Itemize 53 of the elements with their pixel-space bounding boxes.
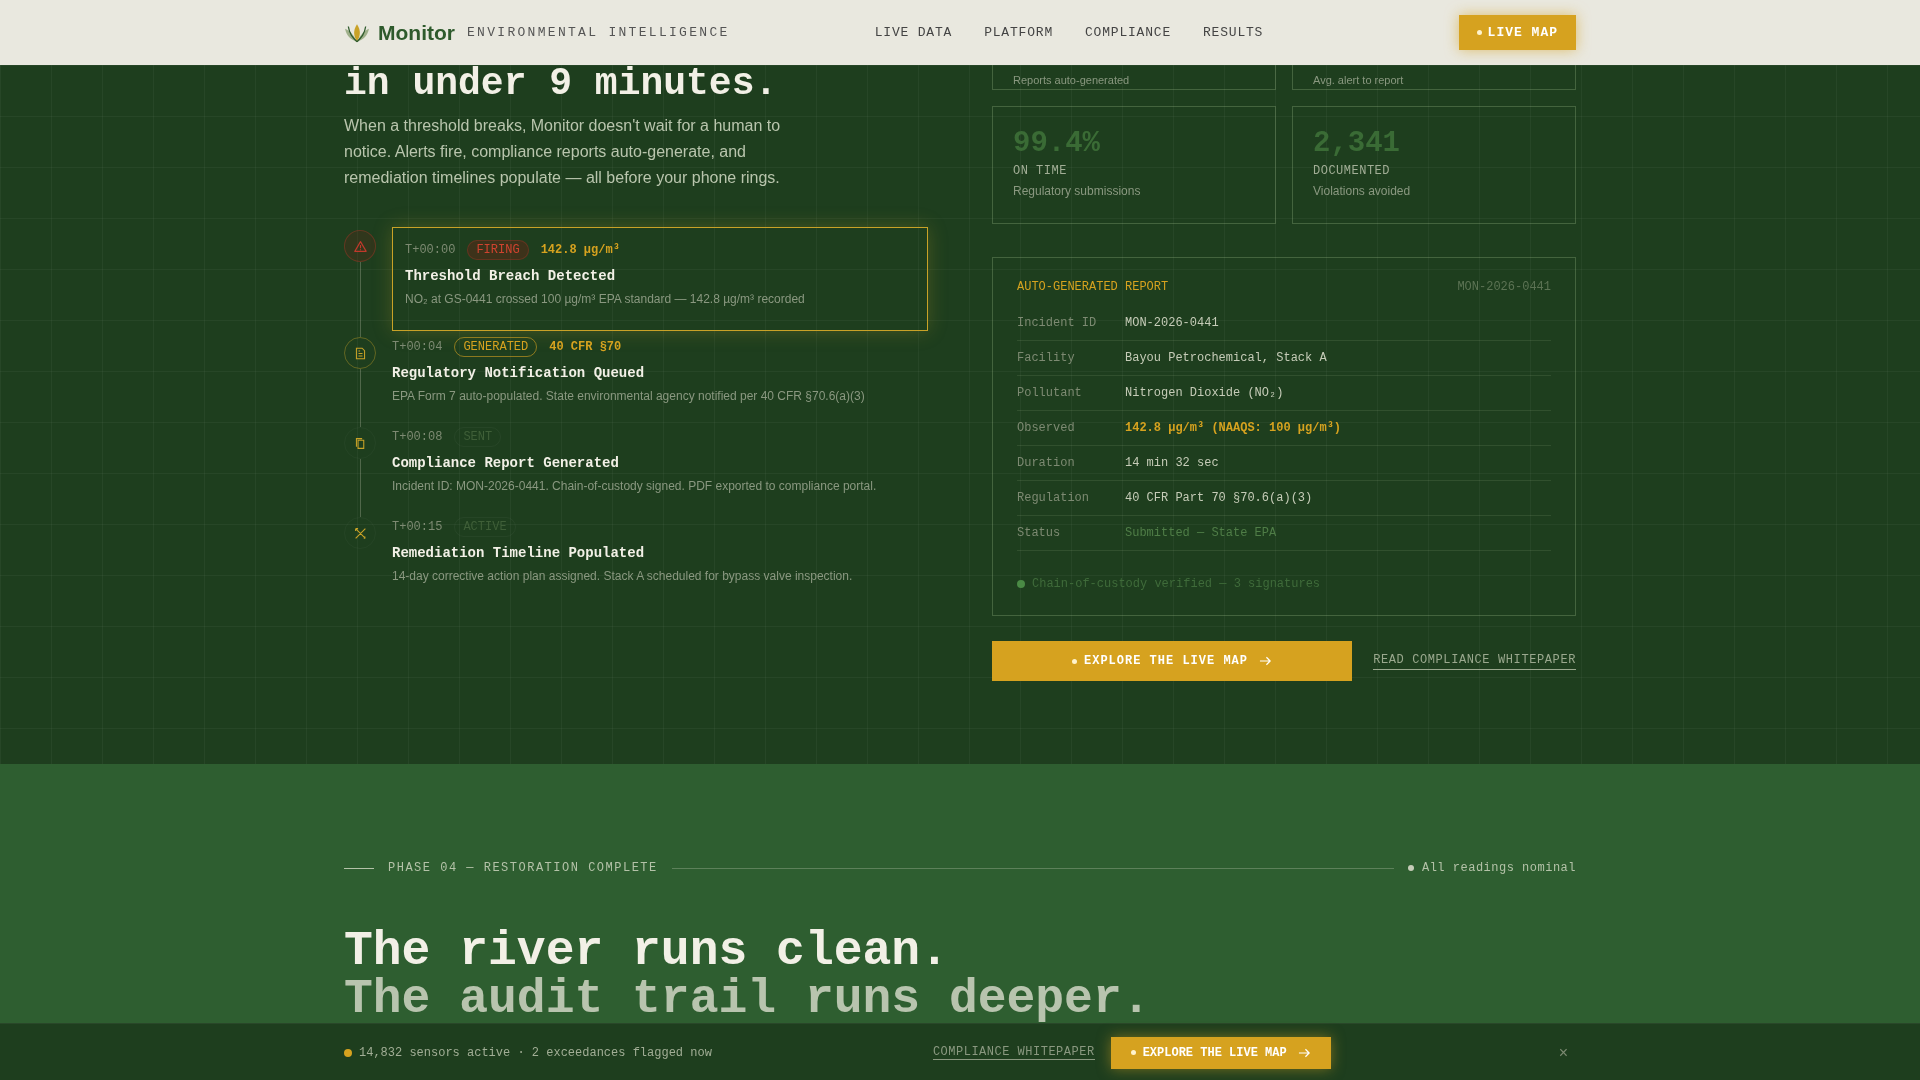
field-label: Facility <box>1017 351 1076 365</box>
nav-link[interactable]: LIVE DATA <box>874 25 953 40</box>
stat-caption: Reports auto-generated <box>1013 74 1131 86</box>
closing-subheadline: The audit trail runs deeper. <box>344 975 1152 1023</box>
event-metric: 40 CFR §70 <box>549 340 622 354</box>
timestamp: T+00:15 <box>392 520 443 534</box>
field-value: 14 min 32 sec <box>1125 456 1219 470</box>
event-title: Regulatory Notification Queued <box>392 365 646 381</box>
nav-link[interactable]: PLATFORM <box>984 25 1053 40</box>
stat-label: DOCUMENTED <box>1313 164 1391 178</box>
event-title: Threshold Breach Detected <box>405 268 617 284</box>
event-description: 14-day corrective action plan assigned. Stack A scheduled for bypass valve inspection. <box>392 569 854 583</box>
field-value: Nitrogen Dioxide (NO₂) <box>1125 386 1284 400</box>
closing-headline: The river runs clean. <box>344 927 950 975</box>
field-value: Bayou Petrochemical, Stack A <box>1125 351 1327 365</box>
event-description: EPA Form 7 auto-populated. State environmental agency notified per 40 CFR §70.6(a)(3) <box>392 389 866 403</box>
nav-link[interactable]: COMPLIANCE <box>1085 25 1171 40</box>
event-description: NO₂ at GS-0441 crossed 100 µg/m³ EPA standard — 142.8 µg/m³ recorded <box>405 292 806 306</box>
report-title: AUTO-GENERATED REPORT <box>1017 280 1169 294</box>
status-badge: FIRING <box>467 240 529 260</box>
event-metric: 142.8 µg/m³ <box>540 243 620 257</box>
field-value: 40 CFR Part 70 §70.6(a)(3) <box>1125 491 1313 505</box>
sensor-status: 14,832 sensors active · 2 exceedances flagged now <box>359 1045 712 1060</box>
field-label: Observed <box>1017 421 1076 435</box>
field-value: 142.8 µg/m³ (NAAQS: 100 µg/m³) <box>1125 421 1342 435</box>
brand-tagline: ENVIRONMENTAL INTELLIGENCE <box>467 25 730 40</box>
stat-caption: Violations avoided <box>1313 184 1412 198</box>
event-title: Remediation Timeline Populated <box>392 545 646 561</box>
timestamp: T+00:08 <box>392 430 443 444</box>
hero-heading: in under 9 minutes. <box>344 65 779 103</box>
report-id: MON-2026-0441 <box>1457 280 1551 294</box>
whitepaper-link[interactable]: COMPLIANCE WHITEPAPER <box>932 1045 1095 1060</box>
event-title: Compliance Report Generated <box>392 455 620 471</box>
brand-name[interactable]: Monitor <box>378 20 455 45</box>
field-label: Status <box>1017 526 1062 540</box>
hero-paragraph: When a threshold breaks, Monitor doesn't wait for a human to notice. Alerts fire, compliance reports auto-generate, and remediation timelines populate — all before your phone rings. <box>344 116 782 188</box>
stat-caption: Regulatory submissions <box>1013 184 1142 198</box>
readings-status: All readings nominal <box>1421 861 1576 875</box>
field-label: Incident ID <box>1017 316 1098 330</box>
whitepaper-link[interactable]: READ COMPLIANCE WHITEPAPER <box>1373 652 1576 670</box>
field-value: Submitted — State EPA <box>1125 526 1277 540</box>
close-button[interactable]: × <box>1550 1043 1576 1062</box>
nav-link[interactable]: RESULTS <box>1203 25 1264 40</box>
stat-label: ON TIME <box>1013 164 1068 178</box>
field-label: Regulation <box>1017 491 1090 505</box>
event-description: Incident ID: MON-2026-0441. Chain-of-custody signed. PDF exported to compliance portal. <box>392 479 878 493</box>
field-label: Duration <box>1017 456 1076 470</box>
timestamp: T+00:00 <box>405 243 456 257</box>
field-value: MON-2026-0441 <box>1125 316 1219 330</box>
timestamp: T+00:04 <box>392 340 443 354</box>
stat-caption: Avg. alert to report <box>1313 74 1405 86</box>
field-label: Pollutant <box>1017 386 1083 400</box>
phase-label: PHASE 04 — RESTORATION COMPLETE <box>388 861 658 875</box>
